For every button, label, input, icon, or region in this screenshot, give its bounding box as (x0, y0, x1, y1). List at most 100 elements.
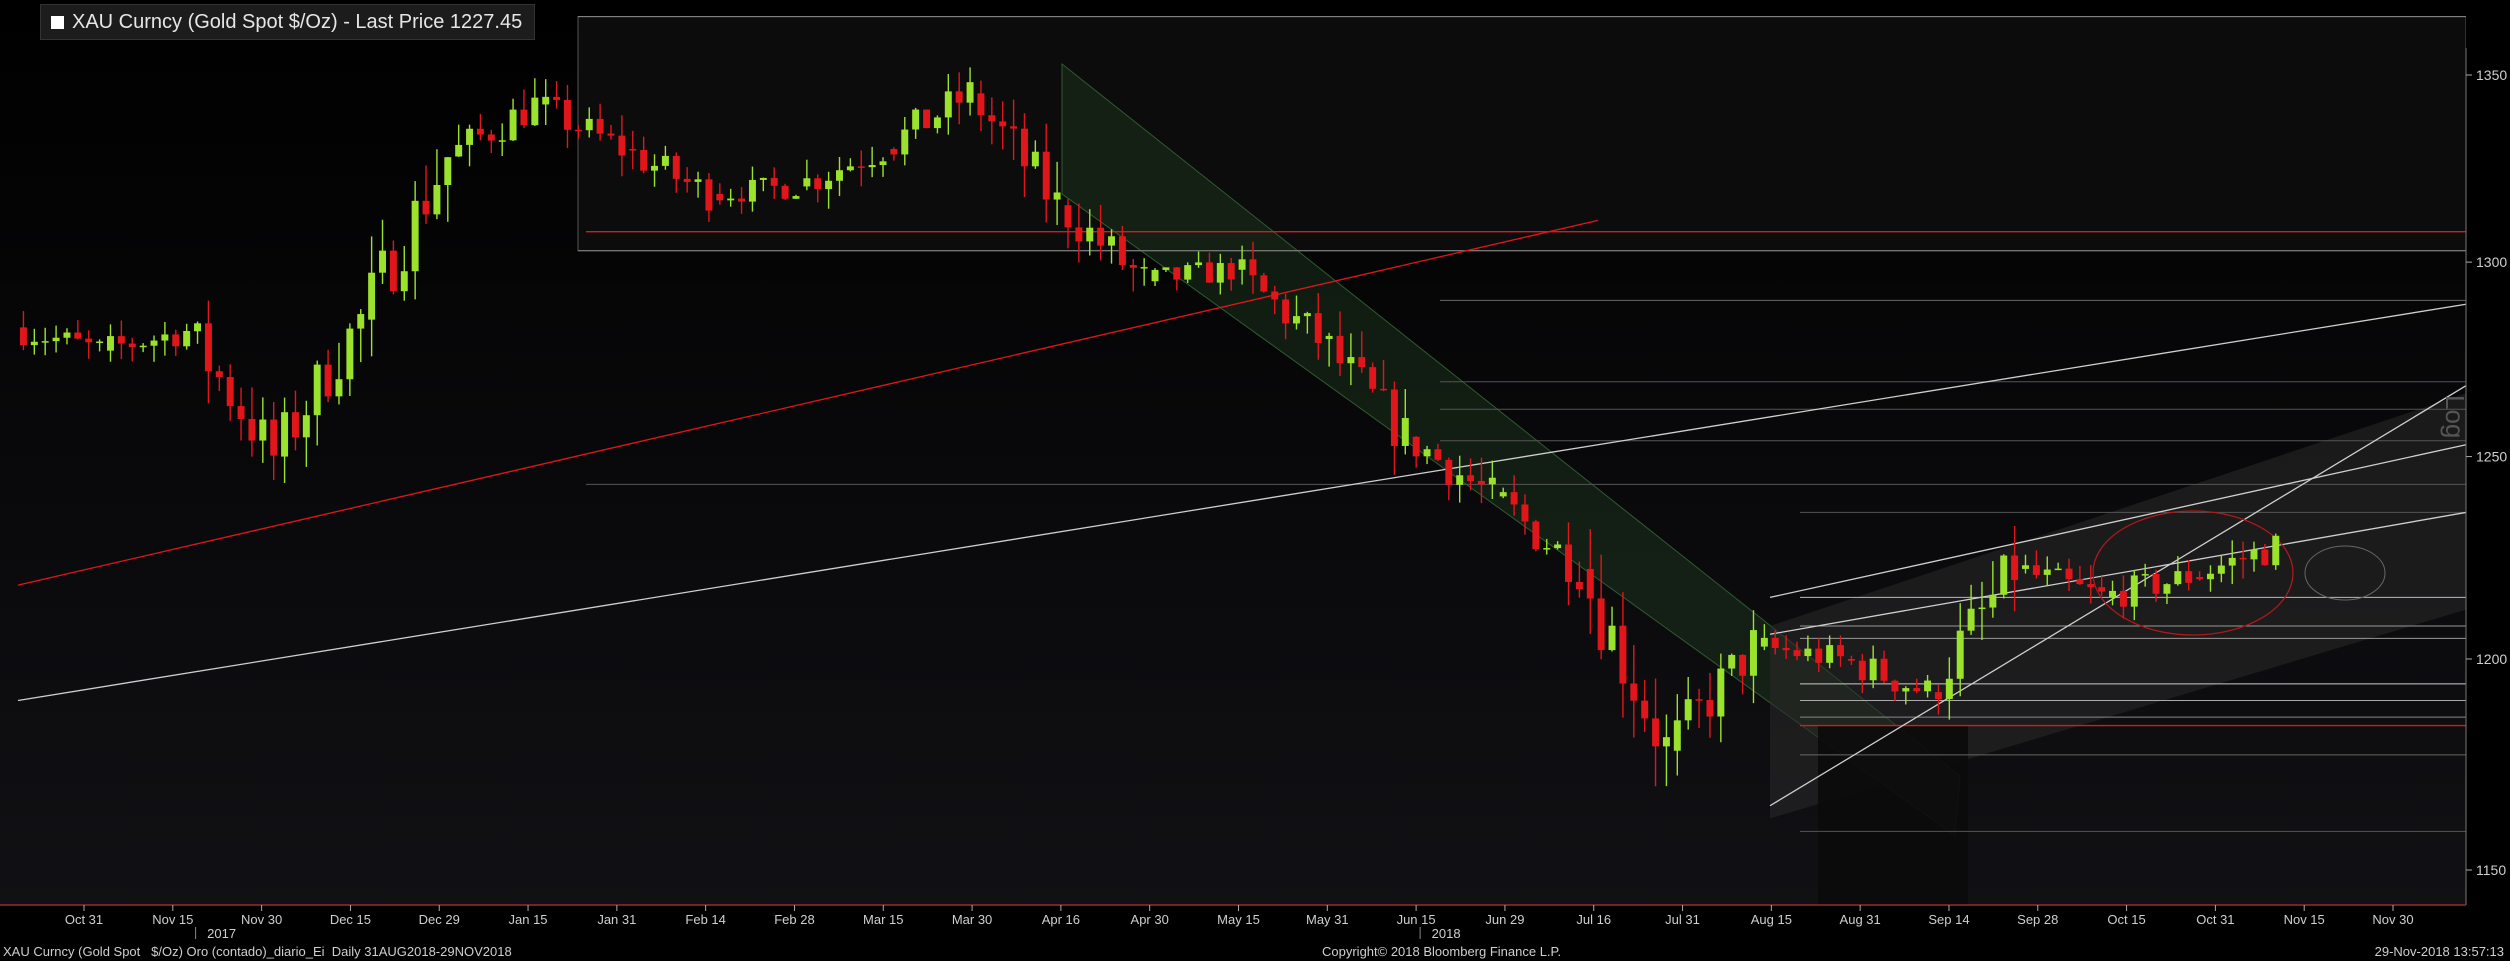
candle-body (389, 250, 397, 292)
candle-body (1641, 700, 1649, 719)
candle-body (1184, 265, 1192, 280)
candle-body (1771, 637, 1779, 648)
candle-body (1271, 291, 1279, 300)
time-tick-label: Nov 30 (2372, 912, 2413, 927)
candle-body (2272, 535, 2280, 566)
candle-body (2228, 557, 2236, 566)
footer-copyright: Copyright© 2018 Bloomberg Finance L.P. (1322, 944, 1562, 959)
candle-body (1118, 236, 1126, 266)
candle-body (1695, 699, 1703, 701)
time-tick-label: Nov 30 (241, 912, 282, 927)
candle-body (585, 118, 593, 131)
candle-body (1565, 544, 1572, 582)
time-tick-label: Sep 14 (1928, 912, 1969, 927)
candle-body (2087, 584, 2095, 588)
candle-body (444, 157, 452, 186)
candle-body (1205, 262, 1213, 283)
candle-body (2163, 584, 2171, 594)
candle-body (1369, 367, 1377, 389)
candle-body (727, 198, 735, 201)
candle-body (1554, 544, 1562, 549)
candle-body (1488, 477, 1496, 485)
candle-body (1075, 227, 1083, 242)
candle-body (1216, 263, 1224, 283)
candle-body (302, 415, 310, 438)
candle-body (161, 334, 169, 341)
candle-body (1227, 263, 1235, 280)
time-tick-label: Jan 31 (597, 912, 636, 927)
candle-body (629, 149, 637, 151)
time-tick-label: May 15 (1217, 912, 1260, 927)
candle-body (1575, 581, 1583, 590)
candle-body (226, 377, 234, 407)
time-tick-label: Jun 29 (1485, 912, 1524, 927)
time-tick-label: Jul 31 (1665, 912, 1700, 927)
candle-body (1097, 227, 1105, 246)
candle-body (476, 128, 484, 135)
candle-body (346, 328, 354, 380)
candle-body (1869, 658, 1877, 681)
candle-body (2185, 571, 2193, 583)
candle-body (705, 179, 713, 211)
candle-body (748, 179, 756, 202)
candle-body (2032, 565, 2040, 575)
candle-body (890, 149, 898, 155)
candle-body (52, 337, 60, 342)
candle-body (335, 379, 343, 397)
candle-body (1151, 269, 1159, 282)
time-tick-label: Sep 28 (2017, 912, 2058, 927)
candle-body (2141, 574, 2149, 576)
candle-body (1347, 357, 1355, 364)
candle-body (1837, 645, 1845, 657)
candle-body (1782, 647, 1790, 651)
candle-body (596, 118, 604, 134)
candle-body (1956, 630, 1964, 679)
candle-body (1608, 625, 1616, 651)
candle-body (651, 165, 659, 171)
candle-body (85, 338, 93, 343)
price-tick-label: 1250 (2476, 449, 2507, 465)
candle-body (1826, 645, 1834, 663)
time-tick-label: Jul 16 (1576, 912, 1611, 927)
time-tick-label: Aug 31 (1840, 912, 1881, 927)
footer-security-info: XAU Curncy (Gold Spot $/Oz) Oro (contado… (3, 944, 512, 959)
candle-body (1815, 648, 1823, 663)
candle-body (1673, 720, 1681, 751)
candle-body (1619, 625, 1627, 684)
candle-body (836, 170, 843, 181)
candle-body (814, 178, 822, 190)
candle-body (683, 178, 691, 182)
candle-body (498, 140, 506, 142)
time-tick-label: Apr 16 (1042, 912, 1080, 927)
candle-body (1031, 151, 1039, 167)
candle-body (19, 327, 27, 346)
candle-body (1717, 668, 1725, 717)
log-scale-label: Log (2440, 395, 2470, 439)
time-tick-label: Feb 14 (685, 912, 725, 927)
candle-body (368, 272, 376, 320)
candle-body (1847, 658, 1855, 661)
candle-body (988, 115, 996, 122)
candle-body (901, 129, 909, 155)
candle-body (1662, 737, 1670, 747)
candle-body (30, 341, 38, 346)
candle-body (1499, 492, 1507, 497)
candle-body (1086, 227, 1094, 242)
candle-body (1978, 607, 1986, 610)
candle-body (2250, 549, 2258, 560)
candle-body (933, 117, 941, 129)
candle-body (1173, 267, 1181, 280)
candle-body (618, 135, 626, 156)
candle-body (857, 166, 865, 168)
candle-body (2196, 577, 2204, 580)
candle-body (1749, 630, 1757, 676)
candle-body (357, 314, 365, 329)
time-tick-label: Oct 31 (65, 912, 103, 927)
candle-body (1325, 335, 1333, 339)
candle-body (2054, 568, 2062, 571)
candle-body (194, 323, 202, 332)
candle-body (1314, 313, 1322, 343)
candle-body (1467, 475, 1475, 482)
candle-body (553, 96, 561, 100)
candle-body (912, 109, 920, 130)
